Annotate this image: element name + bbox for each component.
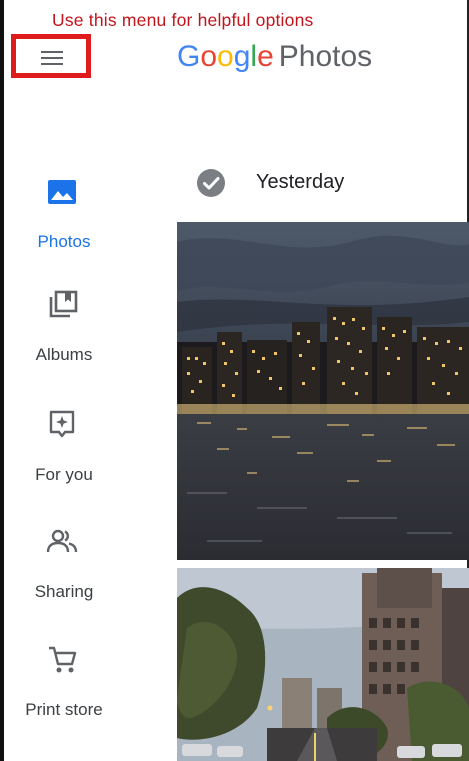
google-photos-logo[interactable]: Google Photos: [177, 40, 372, 74]
menu-highlight-box: [11, 34, 91, 78]
sidebar-item-label: Print store: [25, 700, 103, 719]
for-you-icon: [49, 410, 75, 438]
cart-icon: [49, 646, 77, 673]
sidebar-item-label: Albums: [35, 345, 93, 364]
logo-product-name: Photos: [278, 40, 373, 73]
sharing-icon: [46, 529, 78, 553]
logo-letter: e: [257, 40, 274, 73]
sidebar-item-sharing[interactable]: Sharing: [0, 525, 128, 615]
hamburger-menu-icon[interactable]: [41, 51, 63, 65]
night-skyline-image: [177, 222, 469, 560]
check-circle-icon[interactable]: [196, 168, 226, 198]
city-street-image: [177, 568, 469, 761]
logo-letter: o: [217, 40, 234, 73]
sidebar-item-label: For you: [35, 465, 93, 484]
sidebar-item-albums[interactable]: Albums: [0, 288, 128, 378]
logo-letter: o: [200, 40, 218, 73]
albums-icon: [49, 290, 78, 318]
logo-letter: G: [177, 40, 201, 73]
annotation-text: Use this menu for helpful options: [52, 10, 314, 30]
sidebar-item-for-you[interactable]: For you: [0, 408, 128, 498]
photo-thumbnail-night-skyline[interactable]: [177, 222, 469, 560]
photo-thumbnail-city-street[interactable]: [177, 568, 469, 761]
sidebar-item-label: Photos: [37, 232, 91, 251]
sidebar-item-label: Sharing: [34, 582, 94, 601]
sidebar-item-print-store[interactable]: Print store: [0, 643, 128, 733]
logo-letter: g: [233, 40, 251, 73]
sidebar-item-photos[interactable]: Photos: [0, 175, 128, 265]
photos-icon: [48, 180, 76, 204]
date-group-label: Yesterday: [256, 171, 345, 193]
